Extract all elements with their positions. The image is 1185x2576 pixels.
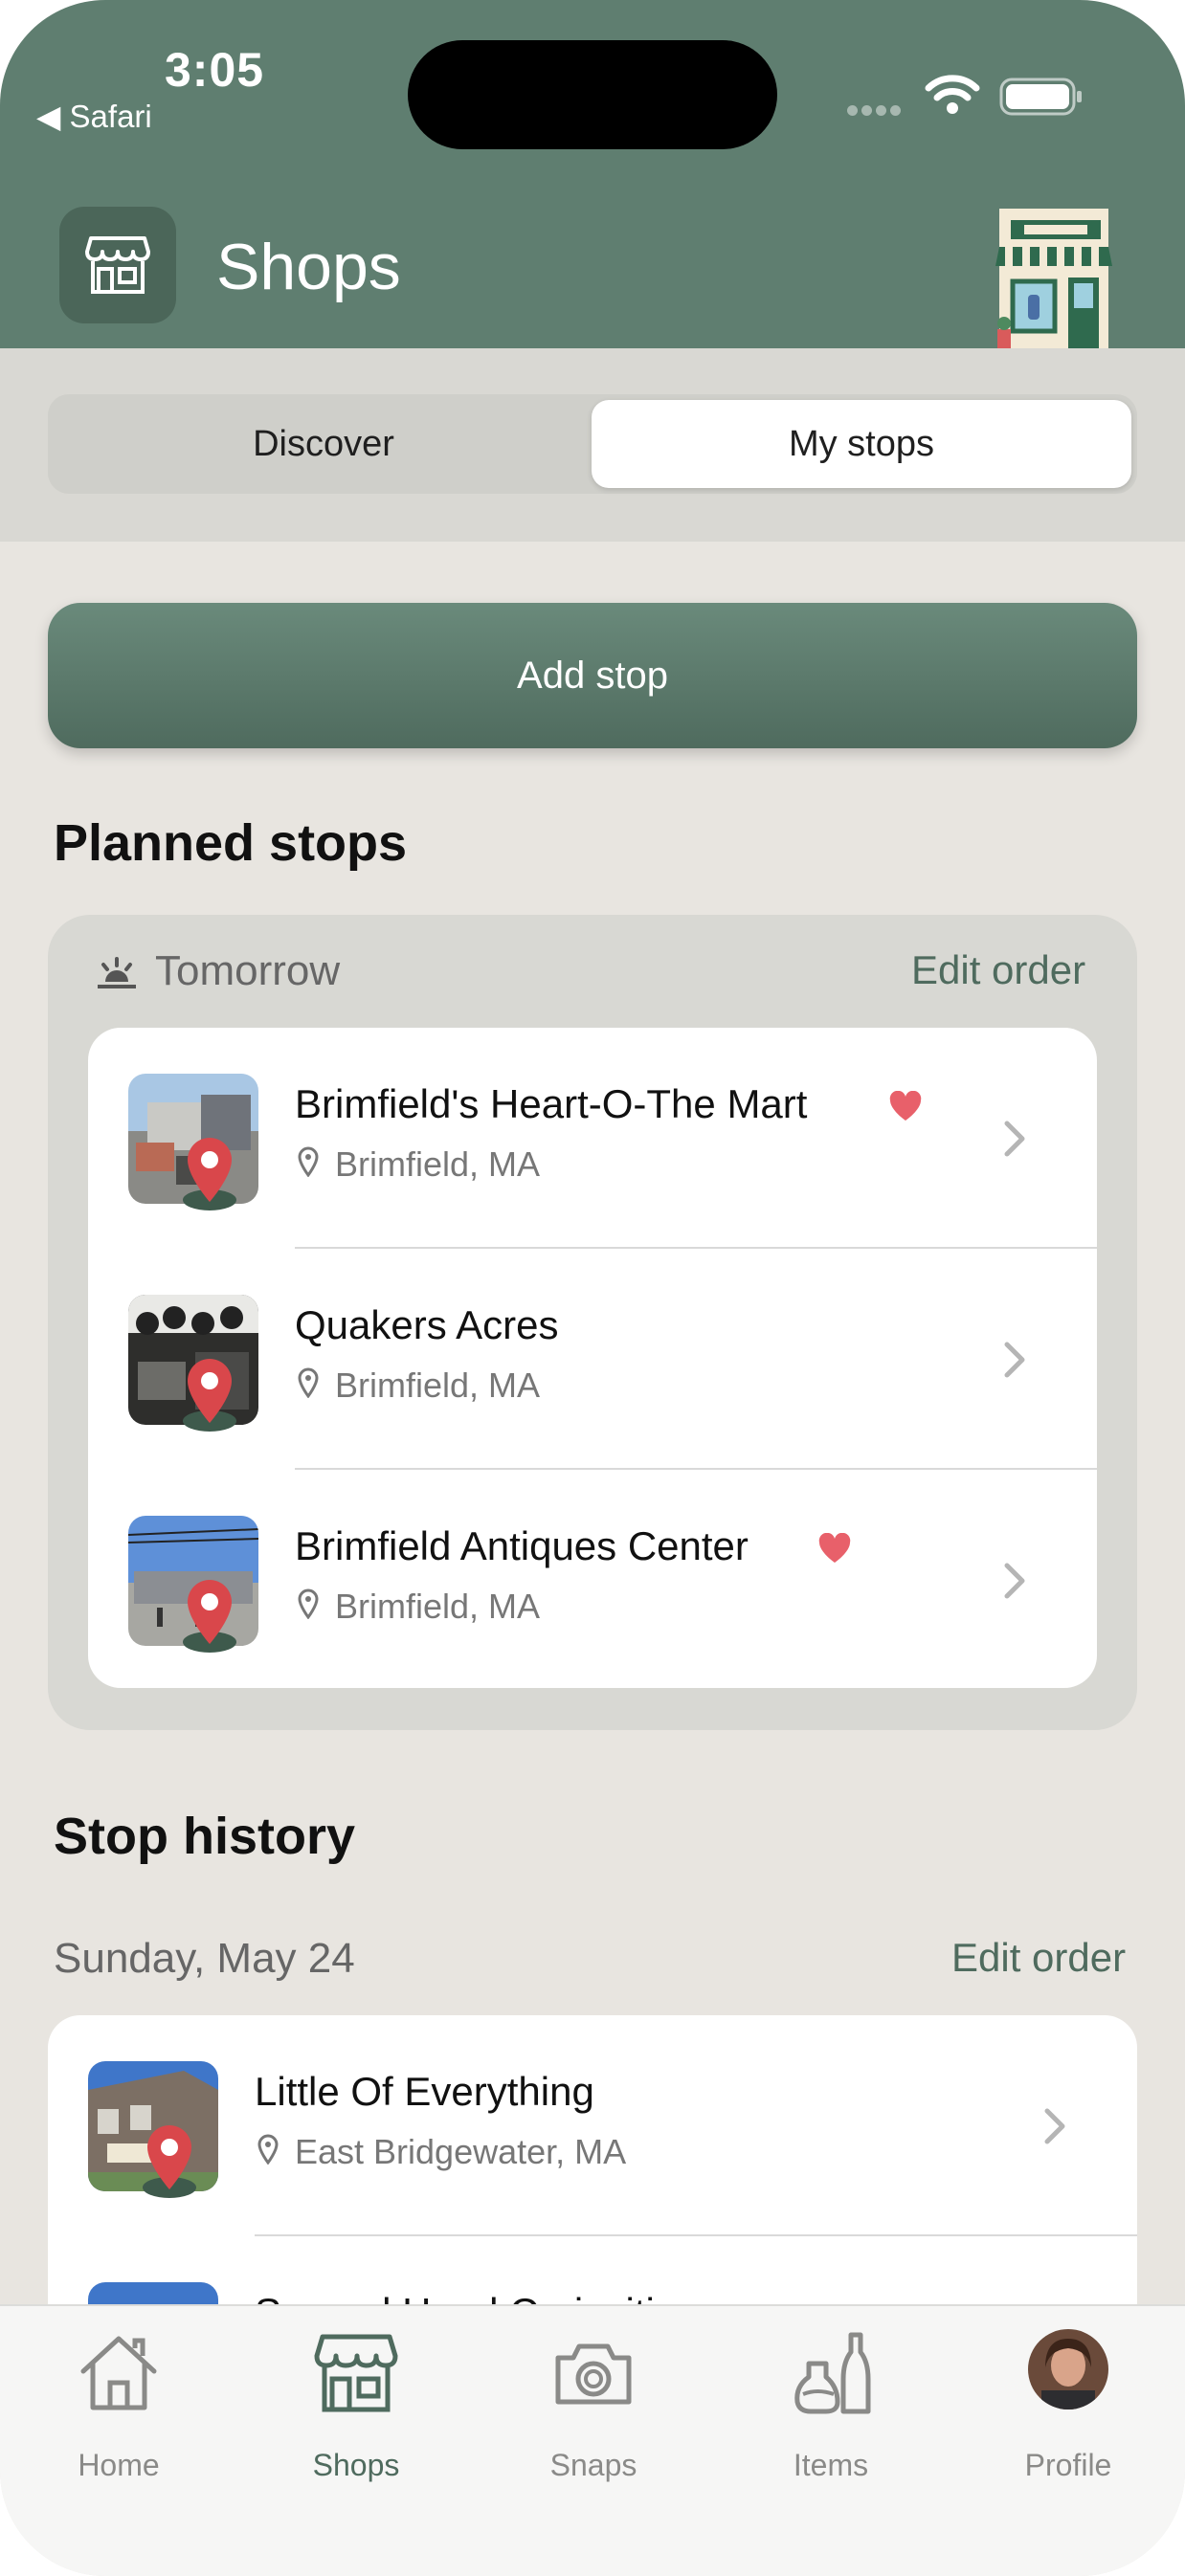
map-pin-icon (183, 1138, 236, 1210)
stop-history-heading: Stop history (54, 1808, 356, 1865)
tab-profile[interactable]: Profile (950, 2306, 1185, 2498)
battery-icon (999, 78, 1082, 116)
house-icon (80, 2336, 157, 2410)
storefront-illustration (995, 209, 1112, 348)
list-item[interactable]: Little Of Everything East Bridgewater, M… (48, 2015, 1137, 2236)
planned-stops-heading: Planned stops (54, 814, 408, 872)
tab-items-label: Items (793, 2448, 869, 2482)
shop-name: Brimfield's Heart-O-The Mart (295, 1081, 808, 1126)
storefront-icon (314, 2334, 398, 2412)
wifi-icon (925, 75, 980, 114)
planned-day-label: Tomorrow (155, 947, 341, 994)
shop-name: Quakers Acres (295, 1302, 559, 1347)
tab-shops-label: Shops (312, 2448, 400, 2482)
map-pin-icon (183, 1580, 236, 1653)
header-storefront-icon (59, 207, 176, 323)
vases-icon (794, 2332, 871, 2414)
chevron-right-icon (1044, 2108, 1065, 2144)
add-stop-button[interactable]: Add stop (48, 603, 1137, 748)
planned-edit-order-link[interactable]: Edit order (911, 947, 1085, 993)
tab-profile-label: Profile (1024, 2448, 1112, 2482)
planned-stops-list: Brimfield's Heart-O-The Mart Brimfield, … (88, 1028, 1097, 1688)
planned-stops-card: Tomorrow Edit order Brimfield's Heart-O-… (48, 915, 1137, 1730)
camera-icon (555, 2343, 632, 2405)
chevron-right-icon (1004, 1121, 1025, 1157)
list-item[interactable]: Brimfield Antiques Center Brimfield, MA (88, 1470, 1097, 1688)
segmented-control: Discover My stops (48, 394, 1137, 494)
tab-my-stops[interactable]: My stops (592, 400, 1131, 488)
heart-icon[interactable] (817, 1533, 852, 1564)
tab-snaps-label: Snaps (549, 2448, 637, 2482)
tab-bar: Home Shops Snaps Items Profile (0, 2304, 1185, 2576)
shop-location: East Bridgewater, MA (295, 2132, 627, 2171)
list-item[interactable]: Quakers Acres Brimfield, MA (88, 1249, 1097, 1470)
page-title: Shops (216, 231, 401, 303)
tab-discover[interactable]: Discover (54, 400, 593, 488)
sunrise-icon (98, 957, 136, 988)
shop-location: Brimfield, MA (335, 1366, 541, 1405)
status-time: 3:05 (165, 43, 265, 97)
location-icon (257, 2134, 279, 2165)
tab-home[interactable]: Home (0, 2306, 237, 2498)
history-edit-order-link[interactable]: Edit order (951, 1935, 1126, 1981)
map-pin-icon (183, 1359, 236, 1432)
tab-shops[interactable]: Shops (237, 2306, 475, 2498)
shop-location: Brimfield, MA (335, 1144, 541, 1184)
location-icon (298, 1146, 319, 1177)
chevron-right-icon (1004, 1342, 1025, 1378)
location-icon (298, 1588, 319, 1619)
signal-icon (847, 103, 905, 121)
location-icon (298, 1367, 319, 1398)
shop-location: Brimfield, MA (335, 1587, 541, 1626)
app-header: 3:05 ◀ Safari Shops (0, 0, 1185, 348)
dynamic-island (408, 40, 777, 149)
avatar (1028, 2329, 1108, 2409)
tab-items[interactable]: Items (712, 2306, 950, 2498)
list-item[interactable]: Brimfield's Heart-O-The Mart Brimfield, … (88, 1028, 1097, 1249)
back-to-safari[interactable]: ◀ Safari (36, 98, 152, 135)
tab-home-label: Home (78, 2448, 160, 2482)
history-day-label: Sunday, May 24 (54, 1935, 355, 1982)
map-pin-icon (143, 2125, 196, 2198)
chevron-right-icon (1004, 1563, 1025, 1599)
tab-snaps[interactable]: Snaps (475, 2306, 712, 2498)
shop-name: Little Of Everything (255, 2069, 594, 2114)
heart-icon[interactable] (888, 1091, 923, 1121)
screen: 3:05 ◀ Safari Shops Discover My stops Ad… (0, 0, 1185, 2576)
shop-name: Brimfield Antiques Center (295, 1523, 749, 1568)
